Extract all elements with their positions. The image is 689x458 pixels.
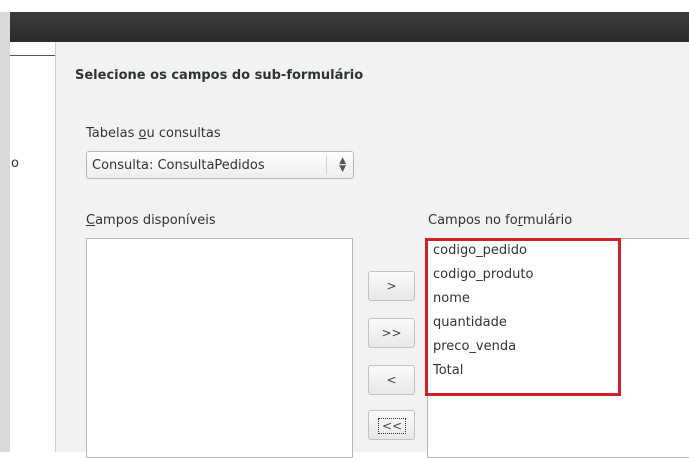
sidebar-divider: [10, 55, 55, 56]
highlight-annotation-box: [425, 238, 621, 396]
available-label-after: ampos disponíveis: [95, 213, 216, 228]
tables-label-after: u consultas: [146, 126, 221, 141]
window-left-edge: [0, 12, 10, 452]
remove-all-label: <<: [378, 418, 406, 434]
available-label-mnemonic: C: [86, 213, 96, 228]
available-fields-label: Campos disponíveis: [86, 213, 216, 228]
select-separator: [326, 156, 327, 174]
available-fields-list[interactable]: [86, 238, 353, 458]
remove-all-fields-button[interactable]: <<: [368, 410, 415, 440]
add-all-fields-button[interactable]: >>: [368, 318, 415, 348]
wizard-steps-sidebar: [10, 42, 56, 452]
add-field-button[interactable]: >: [368, 271, 415, 301]
tables-queries-select[interactable]: Consulta: ConsultaPedidos ▲ ▼: [86, 151, 354, 179]
window-titlebar: [10, 12, 689, 42]
updown-arrows-icon: ▲ ▼: [339, 156, 346, 174]
sidebar-step-fragment: o: [11, 156, 19, 171]
page-title: Selecione os campos do sub-formulário: [75, 68, 364, 83]
remove-field-button[interactable]: <: [368, 365, 415, 395]
form-fields-label: Campos no formulário: [428, 213, 572, 228]
tables-label-before: Tabelas: [86, 126, 139, 141]
tables-label: Tabelas ou consultas: [86, 126, 221, 141]
form-label-after: mulário: [522, 213, 573, 228]
tables-select-value: Consulta: ConsultaPedidos: [92, 158, 265, 173]
form-label-before: Campos no fo: [428, 213, 518, 228]
